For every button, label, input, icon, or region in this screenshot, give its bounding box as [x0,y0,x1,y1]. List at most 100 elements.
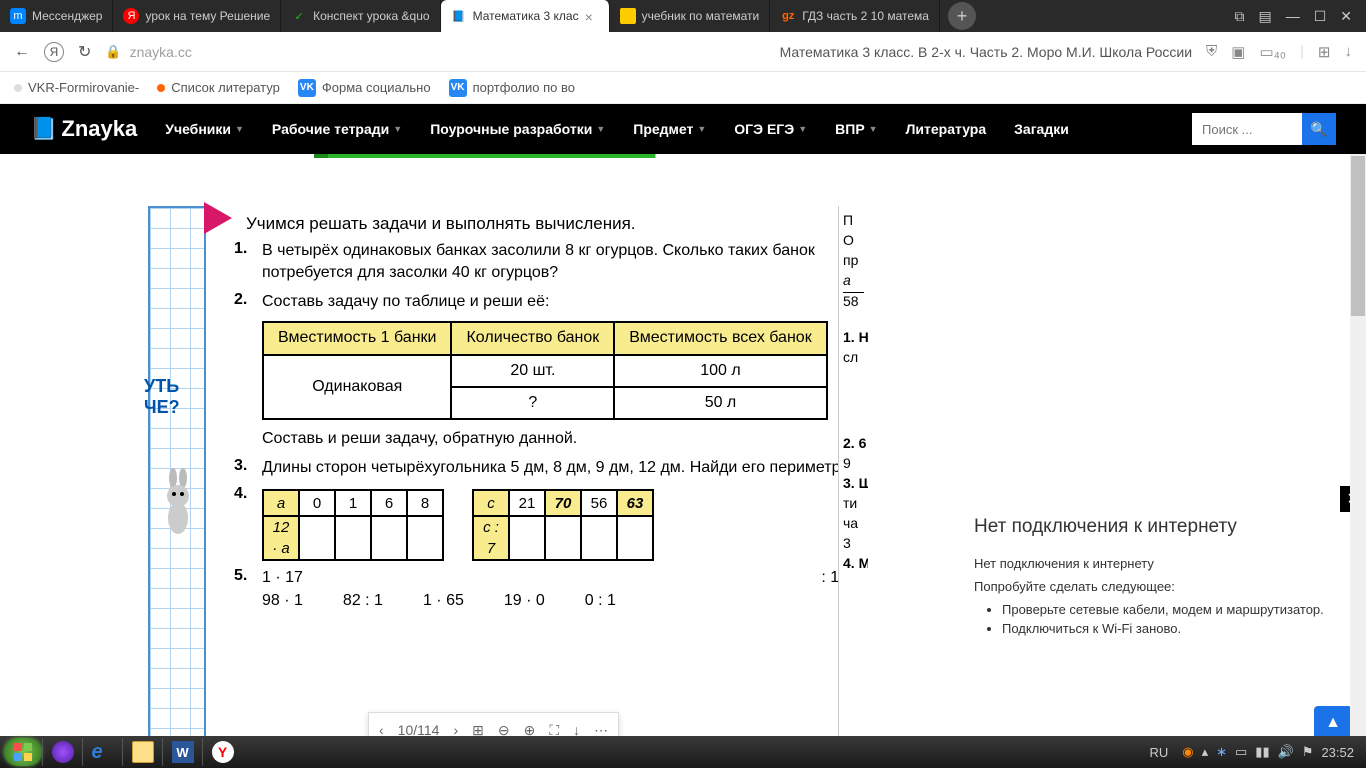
taskbar-explorer[interactable] [122,738,162,766]
url-zone[interactable]: 🔒 znayka.cc [105,44,765,60]
scrollbar-thumb[interactable] [1351,156,1365,316]
error-title: Нет подключения к интернету [974,516,1338,538]
tab-lesson[interactable]: Яурок на тему Решение [113,0,281,32]
nav-uchebniki[interactable]: Учебники▼ [165,121,244,137]
list-item: Проверьте сетевые кабели, модем и маршру… [1002,602,1338,617]
close-icon[interactable]: × [585,9,599,23]
close-window-icon[interactable]: ✕ [1340,8,1352,25]
search-button[interactable]: 🔍 [1302,113,1336,145]
task4-table-c: c21705663 c : 7 [472,489,654,561]
td [509,516,545,560]
error-panel: × Нет подключения к интернету Нет подклю… [946,494,1366,736]
prev-page-icon[interactable]: ‹ [379,722,384,736]
flag-icon[interactable]: ⚑ [1302,744,1314,760]
counter-icon[interactable]: ▭₄₀ [1259,43,1286,61]
download-icon[interactable]: ↓ [573,722,580,736]
extensions-icon[interactable]: ⊞ [1318,43,1331,61]
translate-icon[interactable]: ▣ [1231,43,1245,61]
divider: | [1300,43,1304,61]
textbook-page: УТЬ ЧЕ? Учимся решать задачи и выполнять… [148,206,868,736]
taskbar-alice[interactable] [42,738,82,766]
wifi-icon[interactable]: ▮▮ [1255,744,1269,760]
action-center-icon[interactable]: ▭ [1235,744,1247,760]
task-body: Длины сторон четырёхугольника 5 дм, 8 дм… [262,457,848,479]
reload-icon[interactable]: ↻ [78,42,91,62]
next-page-peek: ПОпр a58 1. Н сл 2. 6 9 3. Ш ти ча 3 4. … [838,206,868,736]
bookmark-lit[interactable]: Список литератур [157,80,280,95]
tray-icon[interactable]: ◉ [1182,744,1193,760]
td: 1 [335,490,371,516]
tab-math-active[interactable]: 📘Математика 3 клас× [441,0,610,32]
nav-label: Учебники [165,121,231,137]
task-5: 5. 1 · 17: 13 98 · 182 : 11 · 6519 · 00 … [234,567,848,612]
margin-label: УТЬ ЧЕ? [144,376,180,418]
td: 8 [407,490,443,516]
systray: RU ◉ ▴ ∗ ▭ ▮▮ 🔊 ⚑ 23:52 [1149,744,1362,760]
chevron-down-icon: ▼ [596,124,605,134]
taskbar-yandex[interactable]: Y [202,738,242,766]
fullscreen-icon[interactable]: ⛶ [549,722,559,737]
task-number: 2. [234,291,252,451]
back-icon[interactable]: ← [14,43,30,61]
td: ? [451,387,614,419]
nav-oge[interactable]: ОГЭ ЕГЭ▼ [734,121,807,137]
tab-uchebnik[interactable]: учебник по математи [610,0,771,32]
error-line: Нет подключения к интернету [974,556,1338,571]
task-4: 4. a0168 12 · a c21705663 c : 7 [234,485,848,561]
tray-arrow-icon[interactable]: ▴ [1202,744,1209,760]
nav-vpr[interactable]: ВПР▼ [835,121,877,137]
minimize-icon[interactable]: — [1286,8,1300,24]
taskbar-ie[interactable]: e [82,738,122,766]
language-indicator[interactable]: RU [1149,745,1168,760]
td [617,516,653,560]
next-page-icon[interactable]: › [453,722,458,736]
bookmark-vkr[interactable]: VKR-Formirovanie- [14,80,139,95]
th: Количество банок [451,322,614,354]
nav-pourochnye[interactable]: Поурочные разработки ▼ [430,121,605,137]
volume-icon[interactable]: 🔊 [1278,744,1294,760]
zoom-out-icon[interactable]: ⊖ [498,722,510,737]
sidebar-icon[interactable]: ⧉ [1234,8,1244,25]
scroll-top-button[interactable]: ▲ [1314,706,1352,736]
tab-konspekt[interactable]: ✓Конспект урока &quo [281,0,440,32]
shield-icon[interactable]: ⛨ [1206,43,1217,61]
taskbar-word[interactable]: W [162,738,202,766]
zoom-in-icon[interactable]: ⊕ [524,722,536,737]
logo-icon: 📘 [30,116,57,142]
scrollbar[interactable] [1350,154,1366,736]
start-button[interactable] [4,738,42,766]
chevron-down-icon: ▼ [697,124,706,134]
tab-gdz[interactable]: gzГДЗ часть 2 10 матема [770,0,940,32]
grid-view-icon[interactable]: ⊞ [472,722,484,737]
error-line: Попробуйте сделать следующее: [974,579,1338,594]
site-nav: 📘Znayka Учебники▼ Рабочие тетради▼ Поуро… [0,104,1366,154]
td: Одинаковая [263,355,451,420]
maximize-icon[interactable]: ☐ [1314,8,1327,25]
page-indicator: 10/114 [398,722,440,736]
tab-messenger[interactable]: mМессенджер [0,0,113,32]
nav-predmet[interactable]: Предмет▼ [633,121,706,137]
bookmarks-bar: VKR-Formirovanie- Список литератур VKФор… [0,72,1366,104]
nav-tetradi[interactable]: Рабочие тетради▼ [272,121,402,137]
list-item: Подключиться к Wi-Fi заново. [1002,621,1338,636]
site-logo[interactable]: 📘Znayka [30,116,137,142]
yandex-home-icon[interactable]: Я [44,42,64,62]
new-tab-button[interactable]: + [948,2,976,30]
page-title: Математика 3 класс. В 2-х ч. Часть 2. Мо… [780,44,1192,60]
bookmark-vk-form[interactable]: VKФорма социально [298,79,431,97]
downloads-icon[interactable]: ↓ [1345,43,1353,61]
notes-icon[interactable]: ▤ [1258,8,1271,25]
search-input[interactable] [1192,113,1302,145]
nav-lit[interactable]: Литература [906,121,987,137]
task-number: 5. [234,567,252,612]
nav-zagadki[interactable]: Загадки [1014,121,1069,137]
clock[interactable]: 23:52 [1321,745,1354,760]
task-number: 4. [234,485,252,561]
more-icon[interactable]: ⋯ [594,722,608,737]
bluetooth-icon[interactable]: ∗ [1216,744,1227,760]
th: Вместимость 1 банки [263,322,451,354]
tab-label: Конспект урока &quo [313,9,429,23]
nav-label: Поурочные разработки [430,121,592,137]
td [335,516,371,560]
bookmark-vk-portfolio[interactable]: VKпортфолио по во [449,79,575,97]
